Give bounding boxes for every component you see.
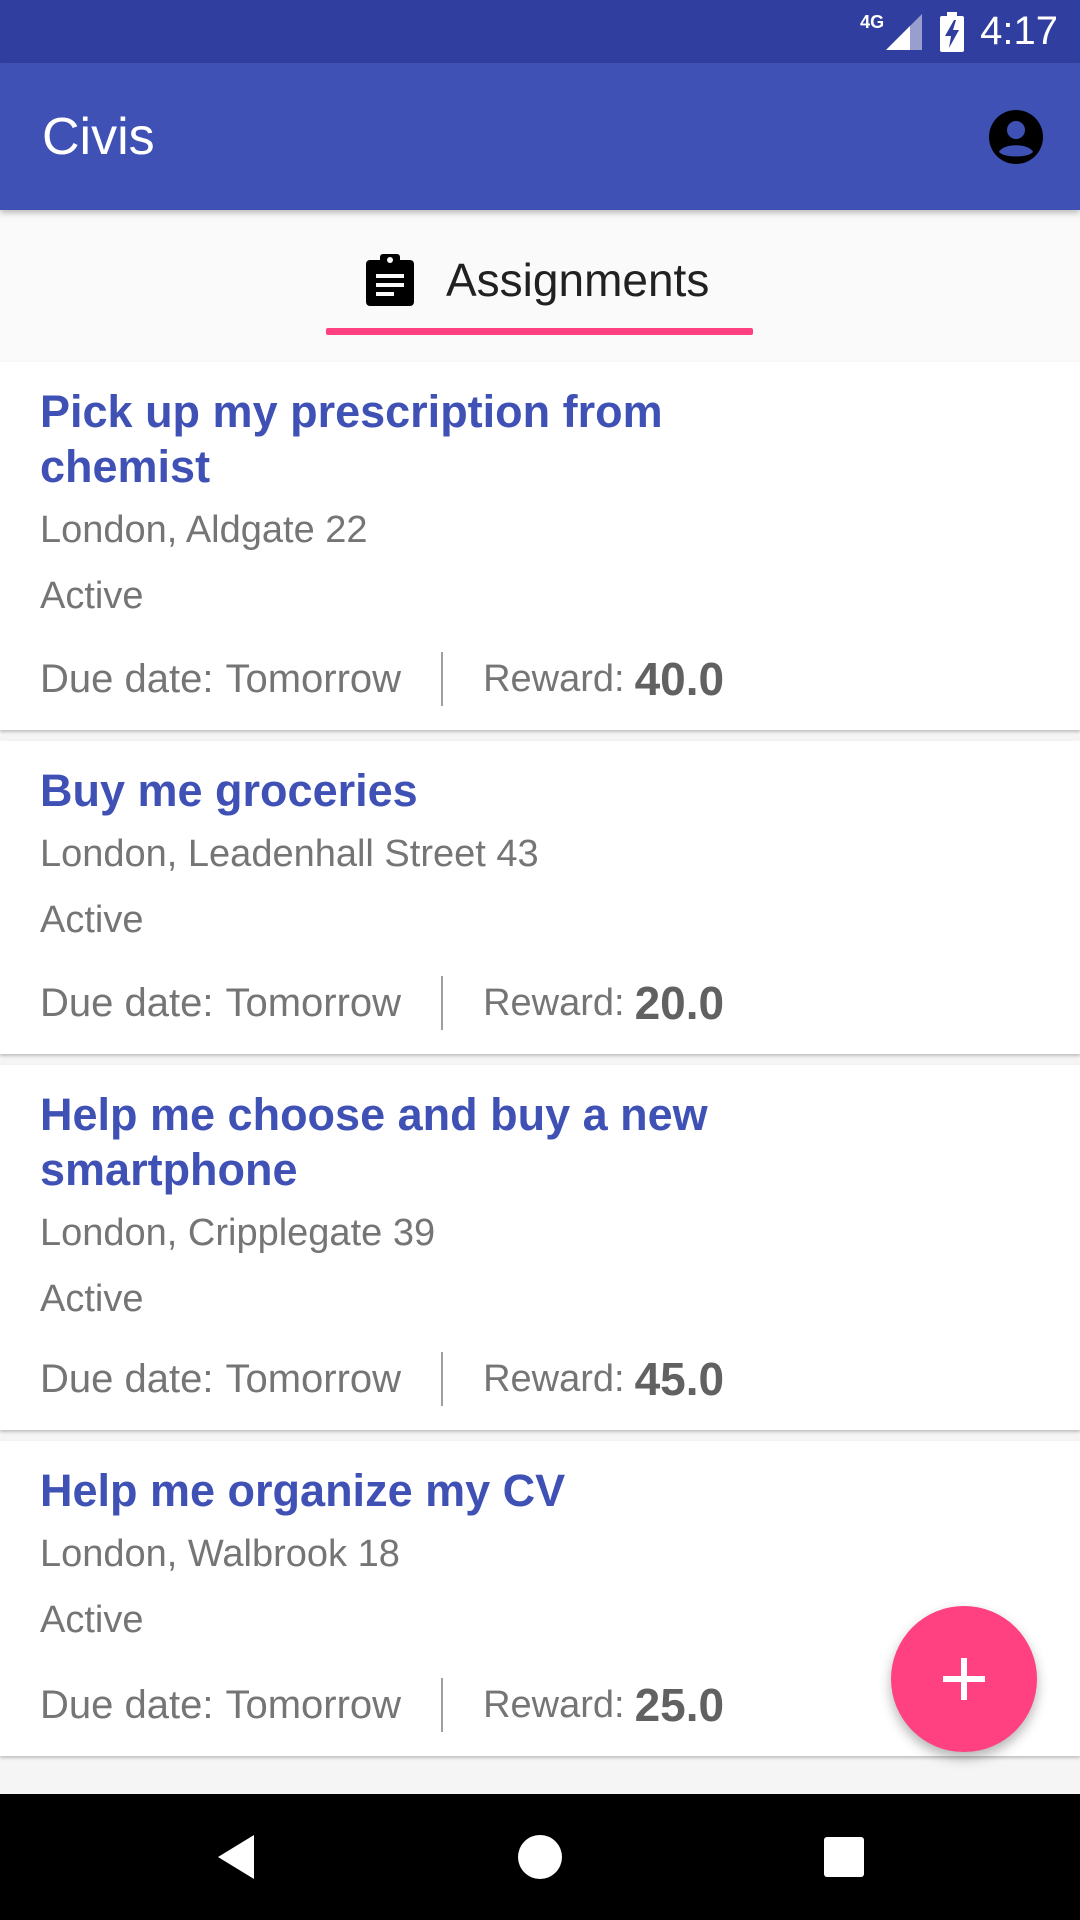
tab-content: Assignments [364, 250, 709, 310]
due-prefix: Due date: [40, 656, 214, 701]
meta-divider [441, 652, 444, 706]
assignment-title: Buy me groceries [40, 765, 418, 816]
account-circle-icon[interactable] [986, 107, 1046, 167]
meta-divider [441, 1678, 444, 1732]
assignment-status: Active [40, 575, 144, 617]
home-icon[interactable] [510, 1827, 570, 1887]
reward-prefix: Reward: [483, 981, 625, 1024]
assignment-title: Help me choose and buy a new smartphone [40, 1089, 708, 1195]
due-date: Tomorrow [225, 656, 402, 701]
assignment-address: London, Leadenhall Street 43 [40, 833, 539, 875]
battery-charging-icon [940, 11, 965, 52]
due-prefix: Due date: [40, 1682, 214, 1727]
assignment-list[interactable]: Pick up my prescription from chemist Lon… [0, 362, 1080, 1756]
due-prefix: Due date: [40, 980, 214, 1025]
recents-icon[interactable] [814, 1827, 874, 1887]
navigation-bar [0, 1794, 1080, 1920]
assignment-title: Pick up my prescription from chemist [40, 386, 663, 492]
due-date: Tomorrow [225, 1356, 402, 1401]
app-title: Civis [42, 107, 155, 166]
assignment-status: Active [40, 1278, 144, 1320]
reward-prefix: Reward: [483, 1683, 625, 1726]
assignment-meta: Due date: Tomorrow Reward: 20.0 [40, 974, 724, 1032]
app-bar: Civis [0, 63, 1080, 210]
meta-divider [441, 976, 444, 1030]
assignment-address: London, Walbrook 18 [40, 1533, 400, 1575]
reward-value: 20.0 [634, 977, 725, 1029]
plus-icon [943, 1658, 985, 1700]
reward-prefix: Reward: [483, 1357, 625, 1400]
due-date: Tomorrow [225, 1682, 402, 1727]
assignment-address: London, Cripplegate 39 [40, 1212, 436, 1254]
clipboard-icon [366, 254, 414, 306]
tab-assignments[interactable]: Assignments [326, 210, 753, 335]
assignment-title: Help me organize my CV [40, 1465, 566, 1516]
reward-value: 45.0 [634, 1353, 725, 1405]
status-bar: 4G 4:17 [0, 0, 1080, 63]
reward-value: 25.0 [634, 1679, 725, 1731]
assignment-meta: Due date: Tomorrow Reward: 40.0 [40, 650, 724, 708]
signal-icon [886, 13, 923, 50]
reward-value: 40.0 [634, 653, 725, 705]
status-icons: 4G 4:17 [860, 0, 1058, 63]
tab-label: Assignments [446, 254, 710, 306]
due-prefix: Due date: [40, 1356, 214, 1401]
assignment-card[interactable]: Help me choose and buy a new smartphone … [0, 1065, 1080, 1430]
network-type-label: 4G [860, 12, 885, 32]
assignment-status: Active [40, 899, 144, 941]
assignment-meta: Due date: Tomorrow Reward: 45.0 [40, 1350, 724, 1408]
back-icon[interactable] [206, 1827, 266, 1887]
reward-prefix: Reward: [483, 657, 625, 700]
meta-divider [441, 1352, 444, 1406]
assignment-address: London, Aldgate 22 [40, 509, 368, 551]
tab-bar: Assignments [0, 210, 1080, 362]
add-assignment-button[interactable] [891, 1606, 1037, 1752]
clock: 4:17 [980, 9, 1058, 53]
assignment-meta: Due date: Tomorrow Reward: 25.0 [40, 1676, 724, 1734]
assignment-card[interactable]: Buy me groceries London, Leadenhall Stre… [0, 741, 1080, 1054]
due-date: Tomorrow [225, 980, 402, 1025]
assignment-card[interactable]: Pick up my prescription from chemist Lon… [0, 362, 1080, 730]
tab-indicator [326, 328, 753, 335]
